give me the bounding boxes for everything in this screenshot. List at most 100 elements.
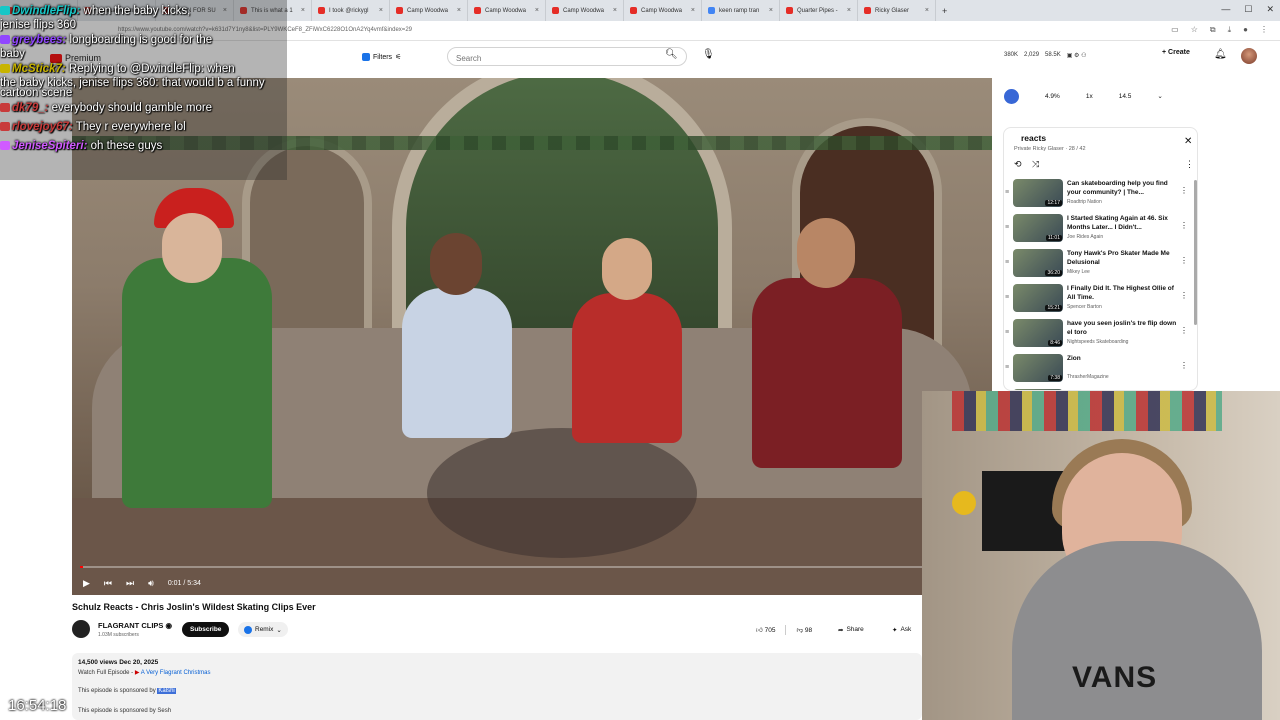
- browser-tab[interactable]: I took @rickygl ×: [312, 0, 390, 21]
- browser-tab[interactable]: Quarter Pipes - ×: [780, 0, 858, 21]
- new-tab-icon[interactable]: +: [942, 6, 947, 16]
- playlist-item-title[interactable]: I Finally Did It. The Highest Ollie of A…: [1067, 284, 1179, 302]
- chat-username: JeniseSpiteri:: [12, 140, 88, 152]
- loop-icon[interactable]: ⟲: [1014, 159, 1022, 170]
- chat-message: greybees: longboarding is good for the: [0, 34, 212, 46]
- ask-button[interactable]: ✦ Ask: [892, 622, 911, 637]
- chat-text: Replying to @DwindleFlip: when: [65, 63, 235, 75]
- chat-username: McStick7:: [12, 63, 66, 75]
- shuffle-icon[interactable]: ⤨: [1032, 159, 1039, 170]
- stat-1: 380K: [1004, 52, 1019, 58]
- video-thumbnail[interactable]: 7:38: [1013, 354, 1063, 382]
- browser-tab[interactable]: keen ramp tran ×: [702, 0, 780, 21]
- item-menu-icon[interactable]: ⋮: [1180, 361, 1188, 370]
- user-avatar[interactable]: [1241, 48, 1257, 64]
- browser-menu-icon[interactable]: ⋮: [1260, 25, 1268, 35]
- search-box[interactable]: [447, 47, 687, 67]
- item-menu-icon[interactable]: ⋮: [1180, 221, 1188, 230]
- video-progress-bar[interactable]: [80, 566, 984, 568]
- dislike-count: 98: [804, 626, 813, 634]
- maximize-icon[interactable]: ☐: [1244, 4, 1252, 15]
- browser-tab[interactable]: Camp Woodwa ×: [468, 0, 546, 21]
- playlist-scrollbar[interactable]: [1194, 180, 1197, 325]
- profile-icon[interactable]: ●: [1243, 25, 1248, 35]
- volume-icon[interactable]: 🔊︎: [148, 578, 154, 589]
- playlist-item[interactable]: ≡ 7:38 Zion ThrasherMagazine ⋮: [1004, 353, 1197, 388]
- playlist-item-channel: Joe Rides Again: [1067, 234, 1104, 240]
- like-button[interactable]: 👍︎ 705: [756, 626, 775, 634]
- download-icon[interactable]: ⤓: [1228, 25, 1232, 35]
- cast-icon[interactable]: ▭: [1171, 25, 1179, 35]
- notifications-bell-icon[interactable]: 🔔︎: [1214, 49, 1227, 60]
- chevron-down-icon[interactable]: ⌄: [1157, 92, 1162, 100]
- item-menu-icon[interactable]: ⋮: [1180, 326, 1188, 335]
- extension-logo-icon[interactable]: [1004, 88, 1019, 104]
- playlist-item-title[interactable]: Tony Hawk's Pro Skater Made Me Delusiona…: [1067, 249, 1179, 267]
- item-menu-icon[interactable]: ⋮: [1180, 186, 1188, 195]
- tab-close-icon[interactable]: ×: [925, 7, 929, 14]
- playlist-item[interactable]: ≡ 36:20 Tony Hawk's Pro Skater Made Me Del…: [1004, 248, 1197, 283]
- playlist-item[interactable]: ≡ 15:21 I Finally Did It. The Highest Olli…: [1004, 283, 1197, 318]
- browser-tab[interactable]: Camp Woodwa ×: [390, 0, 468, 21]
- tab-close-icon[interactable]: ×: [847, 7, 851, 14]
- tab-close-icon[interactable]: ×: [691, 7, 695, 14]
- play-icon[interactable]: ▶: [83, 578, 90, 589]
- subscribe-button[interactable]: Subscribe: [182, 622, 230, 637]
- description-box[interactable]: 14,500 views Dec 20, 2025 Watch Full Epi…: [72, 653, 922, 720]
- drag-handle-icon[interactable]: ≡: [1005, 294, 1009, 301]
- search-input[interactable]: [448, 50, 648, 67]
- tab-close-icon[interactable]: ×: [769, 7, 773, 14]
- ext-value-2: 1x: [1085, 92, 1093, 100]
- next-icon[interactable]: ⏭: [126, 578, 134, 589]
- header-extension-icons[interactable]: ▣ ⚙ ⚇: [1067, 52, 1087, 59]
- playlist-title[interactable]: reacts: [1021, 133, 1046, 143]
- close-icon[interactable]: ✕: [1184, 136, 1192, 147]
- previous-icon[interactable]: ⏮: [104, 578, 112, 589]
- tab-close-icon[interactable]: ×: [613, 7, 617, 14]
- dislike-button[interactable]: 👎︎ 98: [796, 626, 812, 634]
- microphone-icon[interactable]: 🎙︎: [702, 49, 715, 60]
- playlist-item[interactable]: ≡ 12:17 Can skateboarding help you find yo…: [1004, 178, 1197, 213]
- drag-handle-icon[interactable]: ≡: [1005, 259, 1009, 266]
- create-button[interactable]: + Create: [1162, 49, 1190, 56]
- tab-close-icon[interactable]: ×: [301, 7, 305, 14]
- episode-link[interactable]: A Very Flagrant Christmas: [141, 670, 211, 676]
- video-thumbnail[interactable]: 15:21: [1013, 284, 1063, 312]
- channel-avatar[interactable]: [72, 620, 90, 638]
- search-icon[interactable]: 🔍︎: [665, 49, 678, 60]
- item-menu-icon[interactable]: ⋮: [1180, 256, 1188, 265]
- tab-close-icon[interactable]: ×: [535, 7, 539, 14]
- playlist-item-title[interactable]: have you seen joslin's tre flip down el …: [1067, 319, 1179, 337]
- item-menu-icon[interactable]: ⋮: [1180, 291, 1188, 300]
- drag-handle-icon[interactable]: ≡: [1005, 329, 1009, 336]
- chat-badge-icon: [0, 35, 10, 45]
- remix-button[interactable]: Remix ⌄: [238, 622, 288, 637]
- playlist-item-title[interactable]: Zion: [1067, 354, 1179, 363]
- filters-button[interactable]: Filters ⚟: [356, 50, 407, 64]
- minimize-icon[interactable]: —: [1221, 4, 1230, 15]
- tab-close-icon[interactable]: ×: [379, 7, 383, 14]
- bookmark-star-icon[interactable]: ☆: [1191, 25, 1198, 35]
- sponsor-link[interactable]: Kalshi: [157, 688, 176, 694]
- playlist-item-title[interactable]: I Started Skating Again at 46. Six Month…: [1067, 214, 1179, 232]
- video-thumbnail[interactable]: 8:46: [1013, 319, 1063, 347]
- chat-message: JeniseSpiteri: oh these guys: [0, 140, 162, 152]
- drag-handle-icon[interactable]: ≡: [1005, 364, 1009, 371]
- playlist-item-title[interactable]: Can skateboarding help you find your com…: [1067, 179, 1179, 197]
- channel-name[interactable]: FLAGRANT CLIPS ◉: [98, 621, 172, 630]
- video-thumbnail[interactable]: 36:20: [1013, 249, 1063, 277]
- more-options-icon[interactable]: ⋮: [1185, 159, 1194, 170]
- drag-handle-icon[interactable]: ≡: [1005, 224, 1009, 231]
- browser-tab[interactable]: Ricky Glaser ×: [858, 0, 936, 21]
- close-window-icon[interactable]: ✕: [1266, 4, 1274, 15]
- browser-tab[interactable]: Camp Woodwa ×: [624, 0, 702, 21]
- share-button[interactable]: ➦ Share: [838, 622, 864, 637]
- playlist-item[interactable]: ≡ 8:46 have you seen joslin's tre flip dow…: [1004, 318, 1197, 353]
- tab-close-icon[interactable]: ×: [457, 7, 461, 14]
- video-thumbnail[interactable]: 11:01: [1013, 214, 1063, 242]
- extensions-icon[interactable]: ⧉: [1210, 25, 1216, 35]
- drag-handle-icon[interactable]: ≡: [1005, 189, 1009, 196]
- browser-tab[interactable]: Camp Woodwa ×: [546, 0, 624, 21]
- playlist-item[interactable]: ≡ 11:01 I Started Skating Again at 46. Six…: [1004, 213, 1197, 248]
- video-thumbnail[interactable]: 12:17: [1013, 179, 1063, 207]
